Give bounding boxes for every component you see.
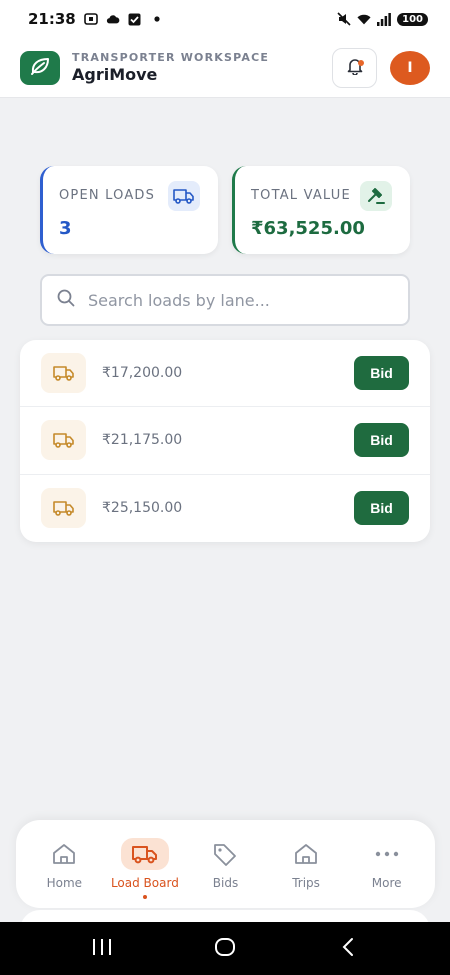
nav-item-load-board[interactable]: Load Board: [108, 838, 182, 899]
dot-icon: [150, 12, 164, 26]
recent-apps-icon: [91, 938, 113, 960]
nav-label: Bids: [212, 876, 239, 890]
open-loads-card: OPEN LOADS 3: [40, 166, 218, 254]
check-box-icon: [128, 12, 142, 26]
home-button[interactable]: [205, 934, 245, 964]
status-right: 100: [337, 12, 428, 26]
app-header: TRANSPORTER WORKSPACE AgriMove I: [0, 38, 450, 98]
back-button[interactable]: [328, 934, 368, 964]
list-item[interactable]: ₹25,150.00 Bid: [20, 475, 430, 542]
header-text: TRANSPORTER WORKSPACE AgriMove: [72, 51, 332, 84]
more-icon: [363, 838, 411, 870]
open-loads-value: 3: [59, 218, 72, 239]
screenshot-icon: [83, 12, 98, 26]
mute-icon: [337, 12, 351, 26]
bottom-nav: Home Load Board Bids Trips More: [16, 820, 435, 908]
truck-icon: [168, 181, 200, 211]
system-nav-bar: [0, 922, 450, 975]
status-time: 21:38: [28, 10, 76, 28]
status-bar: 21:38 100: [0, 0, 450, 38]
load-price: ₹17,200.00: [102, 365, 183, 382]
notification-dot: [358, 59, 364, 66]
nav-label: More: [371, 876, 402, 890]
truck-icon: [41, 420, 86, 461]
total-value-card: TOTAL VALUE ₹63,525.00: [232, 166, 410, 254]
nav-label: Trips: [292, 876, 320, 890]
truck-icon: [41, 353, 86, 394]
search-box[interactable]: [40, 274, 410, 326]
truck-icon: [41, 488, 86, 529]
app-title: AgriMove: [72, 65, 158, 84]
active-indicator-dot: [142, 895, 147, 899]
bid-button[interactable]: Bid: [354, 356, 409, 391]
recent-apps-button[interactable]: [82, 934, 122, 964]
notifications-button[interactable]: [332, 47, 377, 88]
workspace-subtitle: TRANSPORTER WORKSPACE: [72, 51, 270, 64]
search-icon: [56, 288, 76, 312]
list-item[interactable]: ₹17,200.00 Bid: [20, 340, 430, 408]
load-price: ₹21,175.00: [102, 432, 183, 449]
nav-label: Load Board: [110, 876, 179, 890]
open-loads-label: OPEN LOADS: [59, 188, 156, 203]
home-icon: [40, 838, 88, 870]
list-item[interactable]: ₹21,175.00 Bid: [20, 407, 430, 475]
signal-icon: [377, 12, 392, 26]
nav-item-bids[interactable]: Bids: [188, 838, 262, 890]
tag-icon: [201, 838, 249, 870]
truck-icon: [120, 838, 169, 870]
back-icon: [341, 937, 355, 961]
total-value-label: TOTAL VALUE: [251, 188, 351, 203]
leaf-icon: [29, 56, 51, 80]
cloud-icon: [106, 12, 120, 26]
gavel-icon: [360, 181, 392, 211]
app-logo: [20, 50, 60, 85]
home-icon: [282, 838, 330, 870]
battery-indicator: 100: [397, 12, 428, 26]
nav-item-more[interactable]: More: [350, 838, 424, 890]
total-value-amount: ₹63,525.00: [251, 218, 365, 239]
status-left: 21:38: [28, 10, 164, 28]
nav-item-home[interactable]: Home: [27, 838, 101, 890]
load-price: ₹25,150.00: [102, 500, 183, 517]
load-list: ₹17,200.00 Bid ₹21,175.00 Bid ₹25,150.00…: [20, 340, 430, 542]
avatar[interactable]: I: [390, 50, 430, 85]
nav-label: Home: [46, 876, 83, 890]
nav-item-trips[interactable]: Trips: [269, 838, 343, 890]
wifi-icon: [357, 12, 371, 26]
home-circle-icon: [214, 937, 236, 961]
search-input[interactable]: [88, 290, 378, 310]
bid-button[interactable]: Bid: [354, 423, 409, 458]
bid-button[interactable]: Bid: [354, 491, 409, 526]
